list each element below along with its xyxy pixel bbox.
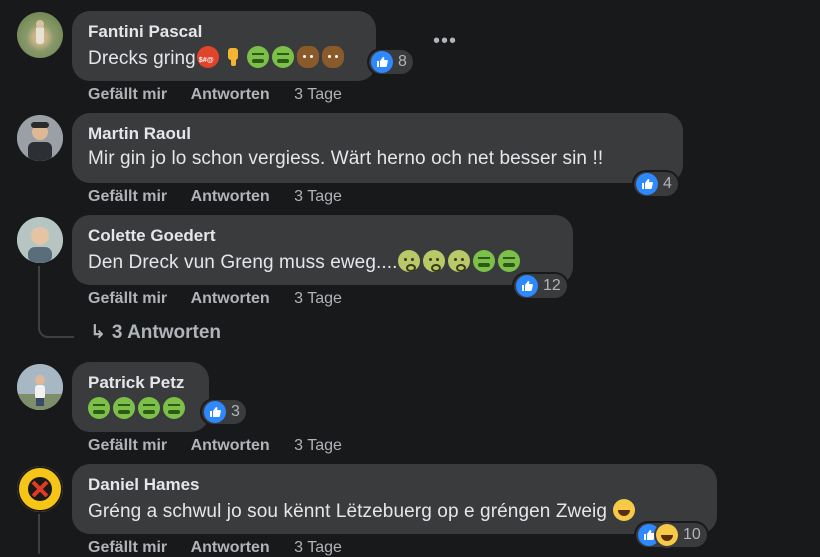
nauseated-emoji-icon: [138, 397, 160, 419]
reaction-count: 10: [683, 526, 701, 543]
comment-author[interactable]: Fantini Pascal: [88, 22, 202, 42]
avatar[interactable]: [17, 364, 63, 410]
comment-text: Drecks gring: [88, 46, 347, 70]
reaction-summary[interactable]: 10: [636, 523, 707, 547]
woozy-emoji-icon: [397, 250, 420, 272]
like-reaction-icon: [371, 51, 393, 73]
like-button[interactable]: Gefällt mir: [88, 86, 167, 104]
avatar[interactable]: [17, 115, 63, 161]
nauseated-emoji-icon: [246, 46, 269, 68]
like-reaction-icon: [636, 173, 658, 195]
avatar[interactable]: [17, 12, 63, 58]
avatar-person-icon: [36, 20, 44, 44]
thumbs-down-emoji-icon: [222, 46, 244, 68]
comment-timestamp[interactable]: 3 Tage: [294, 188, 342, 206]
comment-author[interactable]: Patrick Petz: [88, 373, 184, 393]
haha-reaction-icon: [656, 524, 678, 546]
comment-timestamp[interactable]: 3 Tage: [294, 290, 342, 308]
comment-text-content: Den Dreck vun Greng muss eweg....: [88, 252, 398, 273]
woozy-emoji-icon: [422, 250, 445, 272]
comment-actions: Gefällt mir Antworten 3 Tage: [88, 290, 342, 308]
reaction-count: 8: [398, 53, 407, 70]
badge-logo-icon: [17, 466, 63, 512]
reaction-count: 12: [543, 277, 561, 294]
like-button[interactable]: Gefällt mir: [88, 290, 167, 308]
comment-actions: Gefällt mir Antworten 3 Tage: [88, 539, 342, 557]
reaction-count: 3: [231, 403, 240, 420]
reaction-summary[interactable]: 3: [202, 400, 246, 424]
avatar[interactable]: [17, 466, 63, 512]
nauseated-emoji-icon: [88, 397, 110, 419]
thread-line: [38, 514, 40, 554]
like-button[interactable]: Gefällt mir: [88, 188, 167, 206]
reply-button[interactable]: Antworten: [191, 290, 270, 308]
reaction-summary[interactable]: 8: [369, 50, 413, 74]
reply-button[interactable]: Antworten: [191, 539, 270, 557]
comment-text: Gréng a schwul jo sou kënnt Lëtzebuerg o…: [88, 499, 638, 523]
comment-text-content: Drecks gring: [88, 48, 196, 69]
comment-actions: Gefällt mir Antworten 3 Tage: [88, 188, 342, 206]
nauseated-emoji-icon: [163, 397, 185, 419]
reaction-summary[interactable]: 4: [634, 172, 678, 196]
comment-author[interactable]: Daniel Hames: [88, 475, 200, 495]
woozy-emoji-icon: [447, 250, 470, 272]
avatar-person-icon: [17, 217, 63, 263]
nauseated-emoji-icon: [271, 46, 294, 68]
avatar-person-icon: [17, 115, 63, 161]
like-button[interactable]: Gefällt mir: [88, 437, 167, 455]
like-button[interactable]: Gefällt mir: [88, 539, 167, 557]
reply-button[interactable]: Antworten: [191, 437, 270, 455]
comment-author[interactable]: Martin Raoul: [88, 124, 191, 144]
pouting-cursing-emoji-icon: [196, 46, 219, 68]
comment-text: Den Dreck vun Greng muss eweg....: [88, 250, 523, 274]
comment-actions: Gefällt mir Antworten 3 Tage: [88, 437, 342, 455]
comment-text-content: Gréng a schwul jo sou kënnt Lëtzebuerg o…: [88, 501, 608, 522]
reaction-summary[interactable]: 12: [514, 274, 567, 298]
like-reaction-icon: [516, 275, 538, 297]
comment-timestamp[interactable]: 3 Tage: [294, 437, 342, 455]
reply-button[interactable]: Antworten: [191, 86, 270, 104]
more-options-icon[interactable]: •••: [433, 31, 457, 51]
reaction-count: 4: [663, 175, 672, 192]
laughing-emoji-icon: [613, 499, 636, 521]
replies-count-label: 3 Antworten: [111, 322, 221, 343]
poop-emoji-icon: [321, 46, 344, 68]
nauseated-emoji-icon: [113, 397, 135, 419]
like-reaction-icon: [204, 401, 226, 423]
nauseated-emoji-icon: [472, 250, 495, 272]
comment-text: [88, 397, 188, 421]
poop-emoji-icon: [296, 46, 319, 68]
comment-timestamp[interactable]: 3 Tage: [294, 86, 342, 104]
nauseated-emoji-icon: [497, 250, 520, 272]
comment-author[interactable]: Colette Goedert: [88, 226, 216, 246]
view-replies-link[interactable]: ↳ 3 Antworten: [90, 321, 221, 344]
reply-button[interactable]: Antworten: [191, 188, 270, 206]
comment-actions: Gefällt mir Antworten 3 Tage: [88, 86, 342, 104]
thread-line: [38, 266, 74, 338]
comment-timestamp[interactable]: 3 Tage: [294, 539, 342, 557]
avatar-person-icon: [17, 364, 63, 410]
reply-arrow-icon: ↳: [90, 322, 106, 343]
comment-text: Mir gin jo lo schon vergiess. Wärt herno…: [88, 148, 604, 169]
avatar[interactable]: [17, 217, 63, 263]
